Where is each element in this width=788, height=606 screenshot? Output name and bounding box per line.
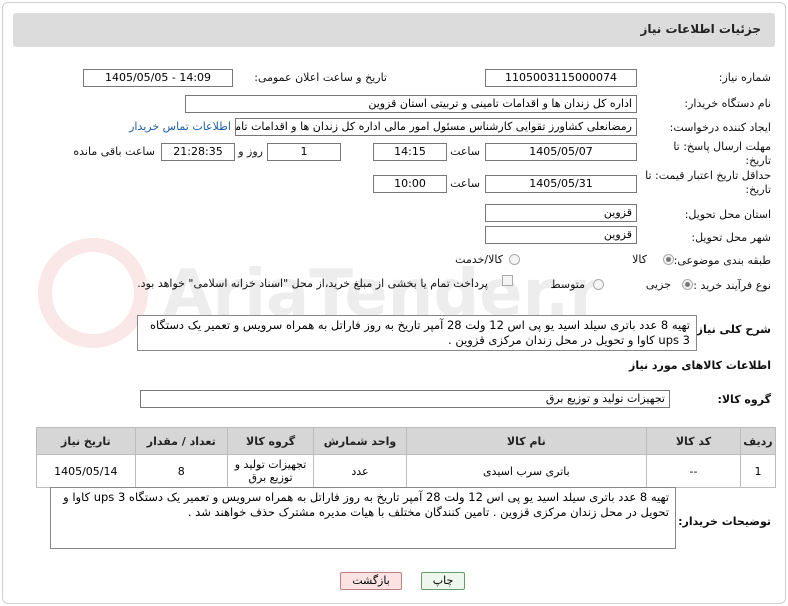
remaining-label: ساعت باقی مانده: [73, 145, 155, 158]
process-minor-radio[interactable]: [682, 279, 693, 290]
category-goods-service-label: کالا/خدمت: [455, 253, 503, 266]
price-validity-label: حداقل تاریخ اعتبار قیمت: تا تاریخ:: [645, 169, 771, 196]
province-field: قزوین: [485, 204, 637, 222]
goods-info-title: اطلاعات کالاهای مورد نیاز: [629, 359, 771, 372]
buyer-notes-textarea[interactable]: تهیه 8 عدد باتری سیلد اسید یو پی اس 12 و…: [50, 487, 676, 549]
goods-table: ردیف کد کالا نام کالا واحد شمارش گروه کا…: [36, 427, 776, 488]
treasury-payment-checkbox[interactable]: [502, 275, 513, 286]
process-medium-radio[interactable]: [593, 279, 604, 290]
col-row: ردیف: [740, 427, 776, 455]
buyer-contact-link[interactable]: اطلاعات تماس خریدار: [129, 120, 231, 133]
process-minor-label: جزیی: [645, 278, 671, 291]
reply-date-field: 1405/05/07: [485, 143, 637, 161]
category-label: طبقه بندی موضوعی:: [673, 254, 771, 267]
category-goods-label: کالا: [632, 253, 647, 266]
col-date: تاریخ نیاز: [36, 427, 136, 455]
need-number-field: 1105003115000074: [485, 69, 637, 87]
need-number-label: شماره نیاز:: [718, 71, 771, 84]
price-date-field: 1405/05/31: [485, 175, 637, 193]
treasury-payment-note: پرداخت تمام یا بخشی از مبلغ خرید،از محل …: [137, 277, 488, 290]
print-button[interactable]: چاپ: [421, 572, 465, 590]
col-name: نام کالا: [405, 427, 647, 455]
remaining-time-field: 21:28:35: [161, 143, 235, 161]
table-row: 1 -- باتری سرب اسیدی عدد تجهیزات تولید و…: [36, 454, 776, 488]
announce-label: تاریخ و ساعت اعلان عمومی:: [254, 71, 387, 84]
days-field: 1: [267, 143, 341, 161]
announce-field: 1405/05/05 - 14:09: [83, 69, 233, 87]
details-card: جزئیات اطلاعات نیاز AriaTender.net شماره…: [2, 2, 786, 604]
cell-date: 1405/05/14: [36, 454, 136, 488]
category-goods-radio[interactable]: [663, 254, 674, 265]
col-code: کد کالا: [645, 427, 742, 455]
process-medium-label: متوسط: [550, 278, 585, 291]
cell-name: باتری سرب اسیدی: [405, 454, 647, 488]
page-title: جزئیات اطلاعات نیاز: [640, 22, 761, 36]
buyer-notes-label: توضیحات خریدار:: [678, 515, 771, 528]
city-label: شهر محل تحویل:: [691, 231, 771, 244]
requester-label: ایجاد کننده درخواست:: [669, 121, 771, 134]
col-group: گروه کالا: [226, 427, 315, 455]
cell-unit: عدد: [313, 454, 407, 488]
col-unit: واحد شمارش: [313, 427, 407, 455]
cell-qty: 8: [134, 454, 228, 488]
table-header-row: ردیف کد کالا نام کالا واحد شمارش گروه کا…: [36, 427, 776, 455]
city-field: قزوین: [485, 226, 637, 244]
reply-time-field: 14:15: [373, 143, 447, 161]
price-time-field: 10:00: [373, 175, 447, 193]
goods-group-label: گروه کالا:: [717, 393, 771, 406]
back-button[interactable]: بازگشت: [340, 572, 402, 590]
requester-field: رمضانعلی کشاورز تقوایی کارشناس مسئول امو…: [235, 118, 637, 136]
process-label: نوع فرآیند خرید :: [693, 279, 771, 292]
cell-group: تجهیزات تولید و توزیع برق: [226, 454, 315, 488]
goods-group-field: تجهیزات تولید و توزیع برق: [140, 390, 670, 408]
cell-code: --: [645, 454, 742, 488]
col-qty: تعداد / مقدار: [134, 427, 228, 455]
general-desc-textarea[interactable]: تهیه 8 عدد باتری سیلد اسید یو پی اس 12 و…: [137, 315, 697, 351]
card-header: جزئیات اطلاعات نیاز: [13, 13, 775, 47]
general-desc-label: شرح کلی نیاز:: [692, 323, 771, 336]
reply-time-label: ساعت: [450, 145, 480, 158]
buyer-org-field: اداره کل زندان ها و اقدامات تامینی و ترب…: [185, 95, 637, 113]
province-label: استان محل تحویل:: [684, 208, 771, 221]
category-goods-service-radio[interactable]: [509, 254, 520, 265]
days-label: روز و: [238, 145, 263, 158]
reply-deadline-label: مهلت ارسال پاسخ: تا تاریخ:: [673, 140, 771, 167]
price-time-label: ساعت: [450, 177, 480, 190]
buyer-org-label: نام دستگاه خریدار:: [684, 97, 771, 110]
cell-row: 1: [740, 454, 776, 488]
